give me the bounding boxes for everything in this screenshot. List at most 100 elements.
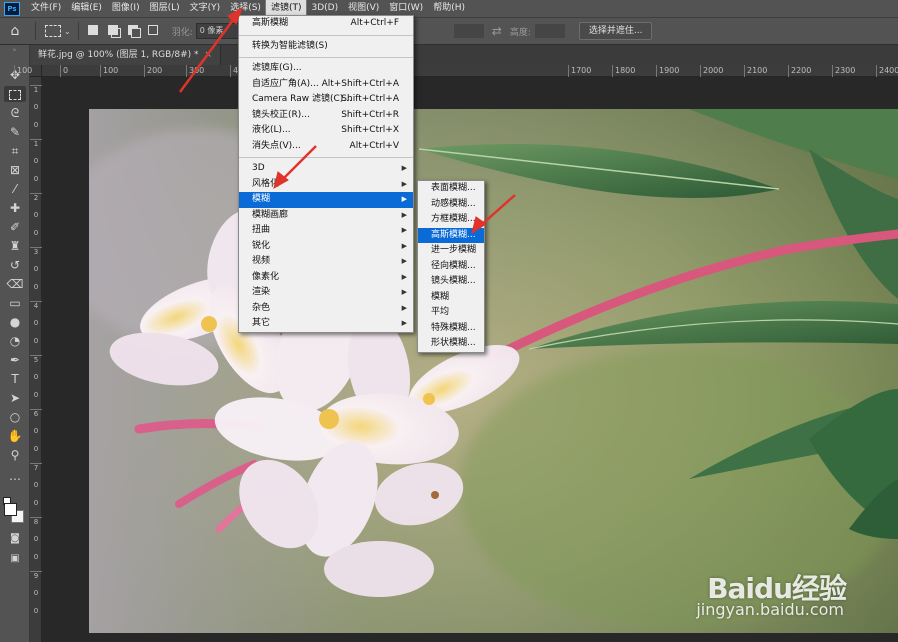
path-select-tool-icon[interactable]: ➤ xyxy=(4,390,26,406)
filter-menu-item-label: 像素化 xyxy=(252,271,280,282)
filter-menu-item[interactable]: 滤镜库(G)... xyxy=(239,61,413,77)
blur-submenu-item-label: 镜头模糊... xyxy=(431,276,476,286)
screen-mode-icon[interactable]: ▣ xyxy=(4,551,26,567)
ruler-tick-label: 0 xyxy=(60,65,68,77)
blur-submenu-item[interactable]: 形状模糊... xyxy=(418,336,484,352)
ruler-tick-label: 3 xyxy=(30,247,42,256)
quick-select-tool-icon[interactable]: ✎ xyxy=(4,124,26,140)
ruler-tick-label: 1700 xyxy=(568,65,591,77)
vertical-ruler[interactable]: 1 0 0 1 0 0 2 0 0 3 0 0 4 0 0 5 0 0 6 0 0 7 0 0 8 0 0 9 0 0 xyxy=(30,77,42,642)
canvas-image[interactable] xyxy=(89,109,898,633)
ruler-tick-label: 0 xyxy=(33,103,39,111)
ruler-tick-label: 1800 xyxy=(612,65,635,77)
blur-submenu-item[interactable]: 径向模糊... xyxy=(418,259,484,275)
zoom-tool-icon[interactable]: ⚲ xyxy=(4,447,26,463)
filter-menu-item[interactable]: 转换为智能滤镜(S) xyxy=(239,39,413,55)
subtract-selection-icon[interactable] xyxy=(127,24,141,38)
menu-2[interactable]: 图像(I) xyxy=(107,0,145,17)
intersect-selection-icon[interactable] xyxy=(147,24,161,38)
swap-icon[interactable]: ⇄ xyxy=(492,24,502,38)
blur-submenu-item[interactable]: 表面模糊... xyxy=(418,181,484,197)
filter-menu-item[interactable]: 杂色 ▶ xyxy=(239,301,413,317)
home-icon[interactable]: ⌂ xyxy=(0,23,30,39)
blur-submenu-item-label: 高斯模糊... xyxy=(431,229,476,240)
stamp-tool-icon[interactable]: ♜ xyxy=(4,238,26,254)
menu-4[interactable]: 文字(Y) xyxy=(185,0,226,17)
hand-tool-icon[interactable]: ✋ xyxy=(4,428,26,444)
blur-submenu-item[interactable]: 镜头模糊... xyxy=(418,274,484,290)
filter-menu-item-label: 模糊 xyxy=(252,194,271,204)
blur-submenu-item[interactable]: 特殊模糊... xyxy=(418,321,484,337)
ruler-tick-label: 0 xyxy=(33,265,39,273)
shortcut-label: Alt+Shift+Ctrl+A xyxy=(321,78,399,89)
rect-marquee-icon[interactable] xyxy=(45,25,61,37)
eraser-tool-icon[interactable]: ⌫ xyxy=(4,276,26,292)
filter-menu-item[interactable]: 其它 ▶ xyxy=(239,316,413,332)
type-tool-icon[interactable]: T xyxy=(4,371,26,387)
horizontal-ruler[interactable]: 1000100200300400500170018001900200021002… xyxy=(14,65,898,77)
quick-mask-icon[interactable]: ◙ xyxy=(4,531,26,547)
blur-submenu-item[interactable]: 平均 xyxy=(418,305,484,321)
filter-menu-item-label: 杂色 xyxy=(252,302,271,313)
eyedropper-tool-icon[interactable]: ⁄ xyxy=(4,181,26,197)
filter-menu-item[interactable]: 渲染 ▶ xyxy=(239,285,413,301)
menu-1[interactable]: 编辑(E) xyxy=(66,0,107,17)
new-selection-icon[interactable] xyxy=(87,24,101,38)
crop-tool-icon[interactable]: ⌗ xyxy=(4,143,26,159)
lasso-tool-icon[interactable]: ᘓ xyxy=(4,105,26,121)
marquee-tool-icon[interactable] xyxy=(4,86,26,102)
close-icon[interactable]: × xyxy=(205,50,213,60)
blur-submenu-item-label: 径向模糊... xyxy=(431,260,476,271)
blur-tool-icon[interactable]: ● xyxy=(4,314,26,330)
blur-submenu-item[interactable]: 动感模糊... xyxy=(418,197,484,213)
panel-grip-icon[interactable]: » xyxy=(0,45,29,55)
filter-menu-item[interactable]: 模糊画廊 ▶ xyxy=(239,208,413,224)
menu-0[interactable]: 文件(F) xyxy=(26,0,66,17)
blur-submenu-item[interactable]: 方框模糊... xyxy=(418,212,484,228)
document-tab[interactable]: 鲜花.jpg @ 100% (图层 1, RGB/8#) * × xyxy=(30,45,222,65)
filter-menu-item[interactable]: 液化(L)... Shift+Ctrl+X xyxy=(239,123,413,139)
filter-menu-item[interactable]: 锐化 ▶ xyxy=(239,239,413,255)
filter-menu-item[interactable]: 消失点(V)... Alt+Ctrl+V xyxy=(239,139,413,155)
shortcut-label: Alt+Ctrl+F xyxy=(350,18,399,28)
filter-menu-item[interactable]: 高斯模糊 Alt+Ctrl+F xyxy=(239,16,413,32)
filter-menu-item[interactable]: 自适应广角(A)... Alt+Shift+Ctrl+A xyxy=(239,77,413,93)
submenu-arrow-icon: ▶ xyxy=(401,272,407,281)
filter-menu-item-label: 视频 xyxy=(252,256,271,266)
submenu-arrow-icon: ▶ xyxy=(401,195,407,203)
menu-3[interactable]: 图层(L) xyxy=(145,0,185,17)
document-title: 鲜花.jpg @ 100% (图层 1, RGB/8#) * xyxy=(38,50,199,60)
more-tools-icon[interactable]: … xyxy=(4,468,26,484)
select-and-mask-button[interactable]: 选择并遮住... xyxy=(578,22,653,40)
ruler-tick-label: 9 xyxy=(30,571,42,580)
filter-menu-item[interactable]: 模糊 ▶ xyxy=(239,192,413,208)
history-brush-icon[interactable]: ↺ xyxy=(4,257,26,273)
brush-tool-icon[interactable]: ✐ xyxy=(4,219,26,235)
blur-submenu-item[interactable]: 高斯模糊... xyxy=(418,227,484,243)
height-field[interactable] xyxy=(534,24,565,38)
blur-submenu-item-label: 方框模糊... xyxy=(431,214,476,224)
ruler-tick-label: 0 xyxy=(33,481,39,489)
blur-submenu-item[interactable]: 模糊 xyxy=(418,290,484,306)
filter-menu-item[interactable]: 视频 ▶ xyxy=(239,254,413,270)
frame-tool-icon[interactable]: ⊠ xyxy=(4,162,26,178)
pen-tool-icon[interactable]: ✒ xyxy=(4,352,26,368)
blur-submenu-item[interactable]: 进一步模糊 xyxy=(418,243,484,259)
chevron-down-icon[interactable]: ⌄ xyxy=(64,27,71,36)
menu-10[interactable]: 帮助(H) xyxy=(428,0,470,17)
foreground-color-swatch[interactable] xyxy=(4,503,17,516)
width-field[interactable] xyxy=(453,24,484,38)
gradient-tool-icon[interactable]: ▭ xyxy=(4,295,26,311)
ellipse-tool-icon[interactable]: ○ xyxy=(4,409,26,425)
filter-menu-item[interactable]: 镜头校正(R)... Shift+Ctrl+R xyxy=(239,108,413,124)
add-selection-icon[interactable] xyxy=(107,24,121,38)
healing-tool-icon[interactable]: ✚ xyxy=(4,200,26,216)
filter-menu-item[interactable]: Camera Raw 滤镜(C)... Shift+Ctrl+A xyxy=(239,92,413,108)
filter-menu-item[interactable]: 风格化 ▶ xyxy=(239,177,413,193)
submenu-arrow-icon: ▶ xyxy=(401,303,407,312)
filter-menu-item[interactable]: 像素化 ▶ xyxy=(239,270,413,286)
flower-photo xyxy=(89,109,898,633)
filter-menu-item[interactable]: 扭曲 ▶ xyxy=(239,223,413,239)
filter-menu-item[interactable]: 3D ▶ xyxy=(239,161,413,177)
dodge-tool-icon[interactable]: ◔ xyxy=(4,333,26,349)
